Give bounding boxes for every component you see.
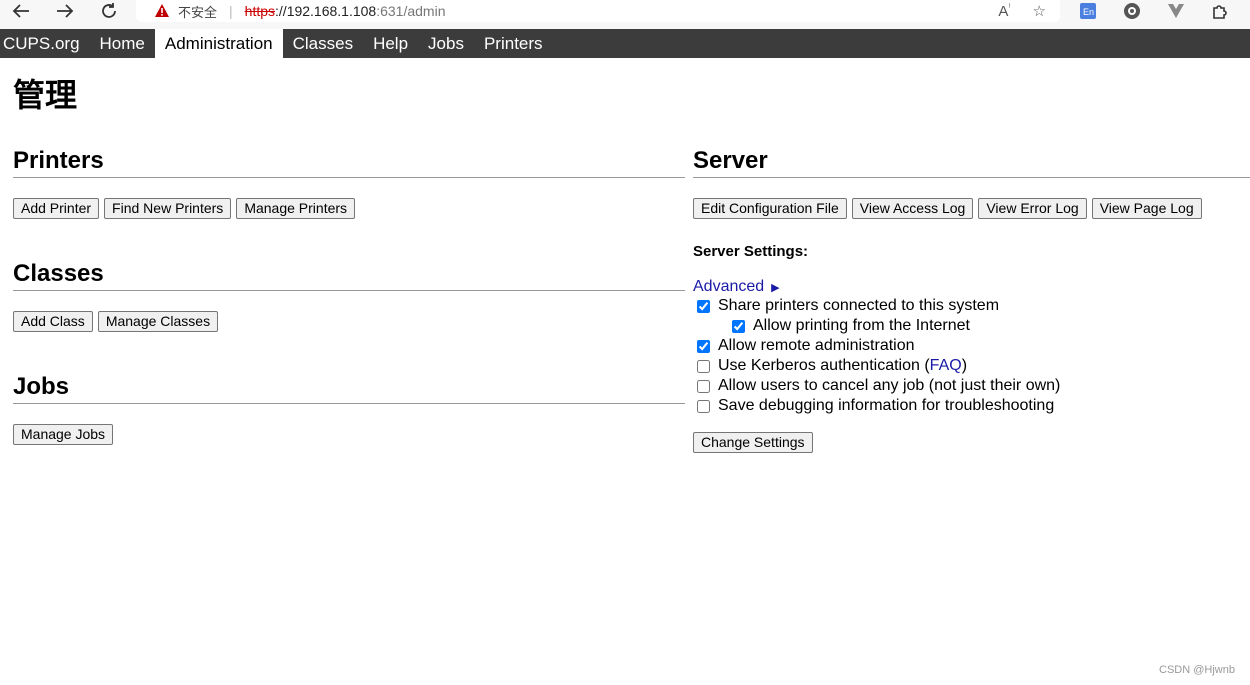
allow-internet-checkbox[interactable] [732,319,745,333]
nav-help[interactable]: Help [363,29,418,58]
jobs-section: Jobs Manage Jobs [13,372,685,445]
advanced-toggle[interactable]: Advanced ▶ [693,278,1250,296]
extensions-puzzle-icon[interactable] [1210,1,1230,21]
nav-home[interactable]: Home [90,29,155,58]
left-column: Printers Add Printer Find New Printers M… [13,146,685,445]
arrow-left-icon [12,4,29,18]
edit-configuration-file-button[interactable]: Edit Configuration File [693,198,847,219]
triangle-right-icon[interactable]: ▶ [771,281,779,294]
cancel-any-job-label: Allow users to cancel any job (not just … [718,377,1061,394]
nav-cups-org[interactable]: CUPS.org [0,29,90,58]
favorite-add-icon[interactable]: ☆ [1033,2,1046,20]
translate-extension-icon[interactable]: En [1078,1,1098,21]
add-printer-button[interactable]: Add Printer [13,198,100,219]
faq-link[interactable]: FAQ [930,357,962,375]
forward-button[interactable] [51,0,79,22]
allow-internet-label: Allow printing from the Internet [753,317,970,334]
remote-admin-label: Allow remote administration [718,337,915,354]
warning-icon [155,4,169,17]
reload-button[interactable] [95,0,123,22]
option-allow-internet: Allow printing from the Internet [693,316,1250,336]
reload-icon [102,3,116,18]
cups-navbar: CUPS.org Home Administration Classes Hel… [0,29,1250,58]
svg-text:En: En [1083,7,1094,17]
kerberos-label-suffix: ) [961,357,968,374]
browser-toolbar: 不安全 | https://192.168.1.108:631/admin A⁾… [0,0,1250,29]
read-aloud-icon[interactable]: A⁾ [998,2,1010,20]
back-button[interactable] [7,0,35,22]
option-debug-logging: Save debugging information for troublesh… [693,396,1250,416]
jobs-heading: Jobs [13,372,685,404]
debug-logging-label: Save debugging information for troublesh… [718,397,1055,414]
change-settings-button[interactable]: Change Settings [693,432,813,453]
printers-section: Printers Add Printer Find New Printers M… [13,146,685,219]
kerberos-checkbox[interactable] [697,359,710,373]
option-kerberos: Use Kerberos authentication (FAQ) [693,356,1250,376]
view-error-log-button[interactable]: View Error Log [978,198,1087,219]
insecure-label[interactable]: 不安全 [178,2,217,21]
classes-heading: Classes [13,259,685,291]
share-printers-checkbox[interactable] [697,299,710,313]
nav-printers[interactable]: Printers [474,29,553,58]
printers-heading: Printers [13,146,685,178]
view-access-log-button[interactable]: View Access Log [851,198,974,219]
remote-admin-checkbox[interactable] [697,339,710,353]
debug-logging-checkbox[interactable] [697,399,710,413]
url-scheme: https [244,3,276,19]
url-path: :631/admin [376,3,446,19]
arrow-right-icon [57,4,74,18]
option-cancel-any-job: Allow users to cancel any job (not just … [693,376,1250,396]
manage-printers-button[interactable]: Manage Printers [236,198,356,219]
kerberos-label: Use Kerberos authentication ( [718,357,930,374]
option-remote-admin: Allow remote administration [693,336,1250,356]
share-printers-label: Share printers connected to this system [718,297,1000,314]
vue-devtools-icon[interactable] [1166,1,1186,21]
view-page-log-button[interactable]: View Page Log [1091,198,1202,219]
server-settings-title: Server Settings: [693,243,809,260]
address-separator: | [229,3,233,19]
add-class-button[interactable]: Add Class [13,311,93,332]
page-title: 管理 [13,76,78,114]
nav-jobs[interactable]: Jobs [418,29,474,58]
right-column: Server Edit Configuration File View Acce… [693,146,1250,453]
extension-circle-icon[interactable] [1122,1,1142,21]
url-separator: :// [275,3,287,19]
option-share-printers: Share printers connected to this system [693,296,1250,316]
watermark: CSDN @Hjwnb [1159,664,1235,676]
advanced-label[interactable]: Advanced [693,278,764,296]
find-new-printers-button[interactable]: Find New Printers [104,198,232,219]
address-bar[interactable]: 不安全 | https://192.168.1.108:631/admin A⁾… [136,0,1060,22]
classes-section: Classes Add Class Manage Classes [13,259,685,332]
nav-administration[interactable]: Administration [154,29,283,58]
cancel-any-job-checkbox[interactable] [697,379,710,393]
manage-classes-button[interactable]: Manage Classes [97,311,219,332]
server-heading: Server [693,146,1250,178]
manage-jobs-button[interactable]: Manage Jobs [13,424,114,445]
nav-classes[interactable]: Classes [283,29,363,58]
url-host: 192.168.1.108 [286,3,377,19]
